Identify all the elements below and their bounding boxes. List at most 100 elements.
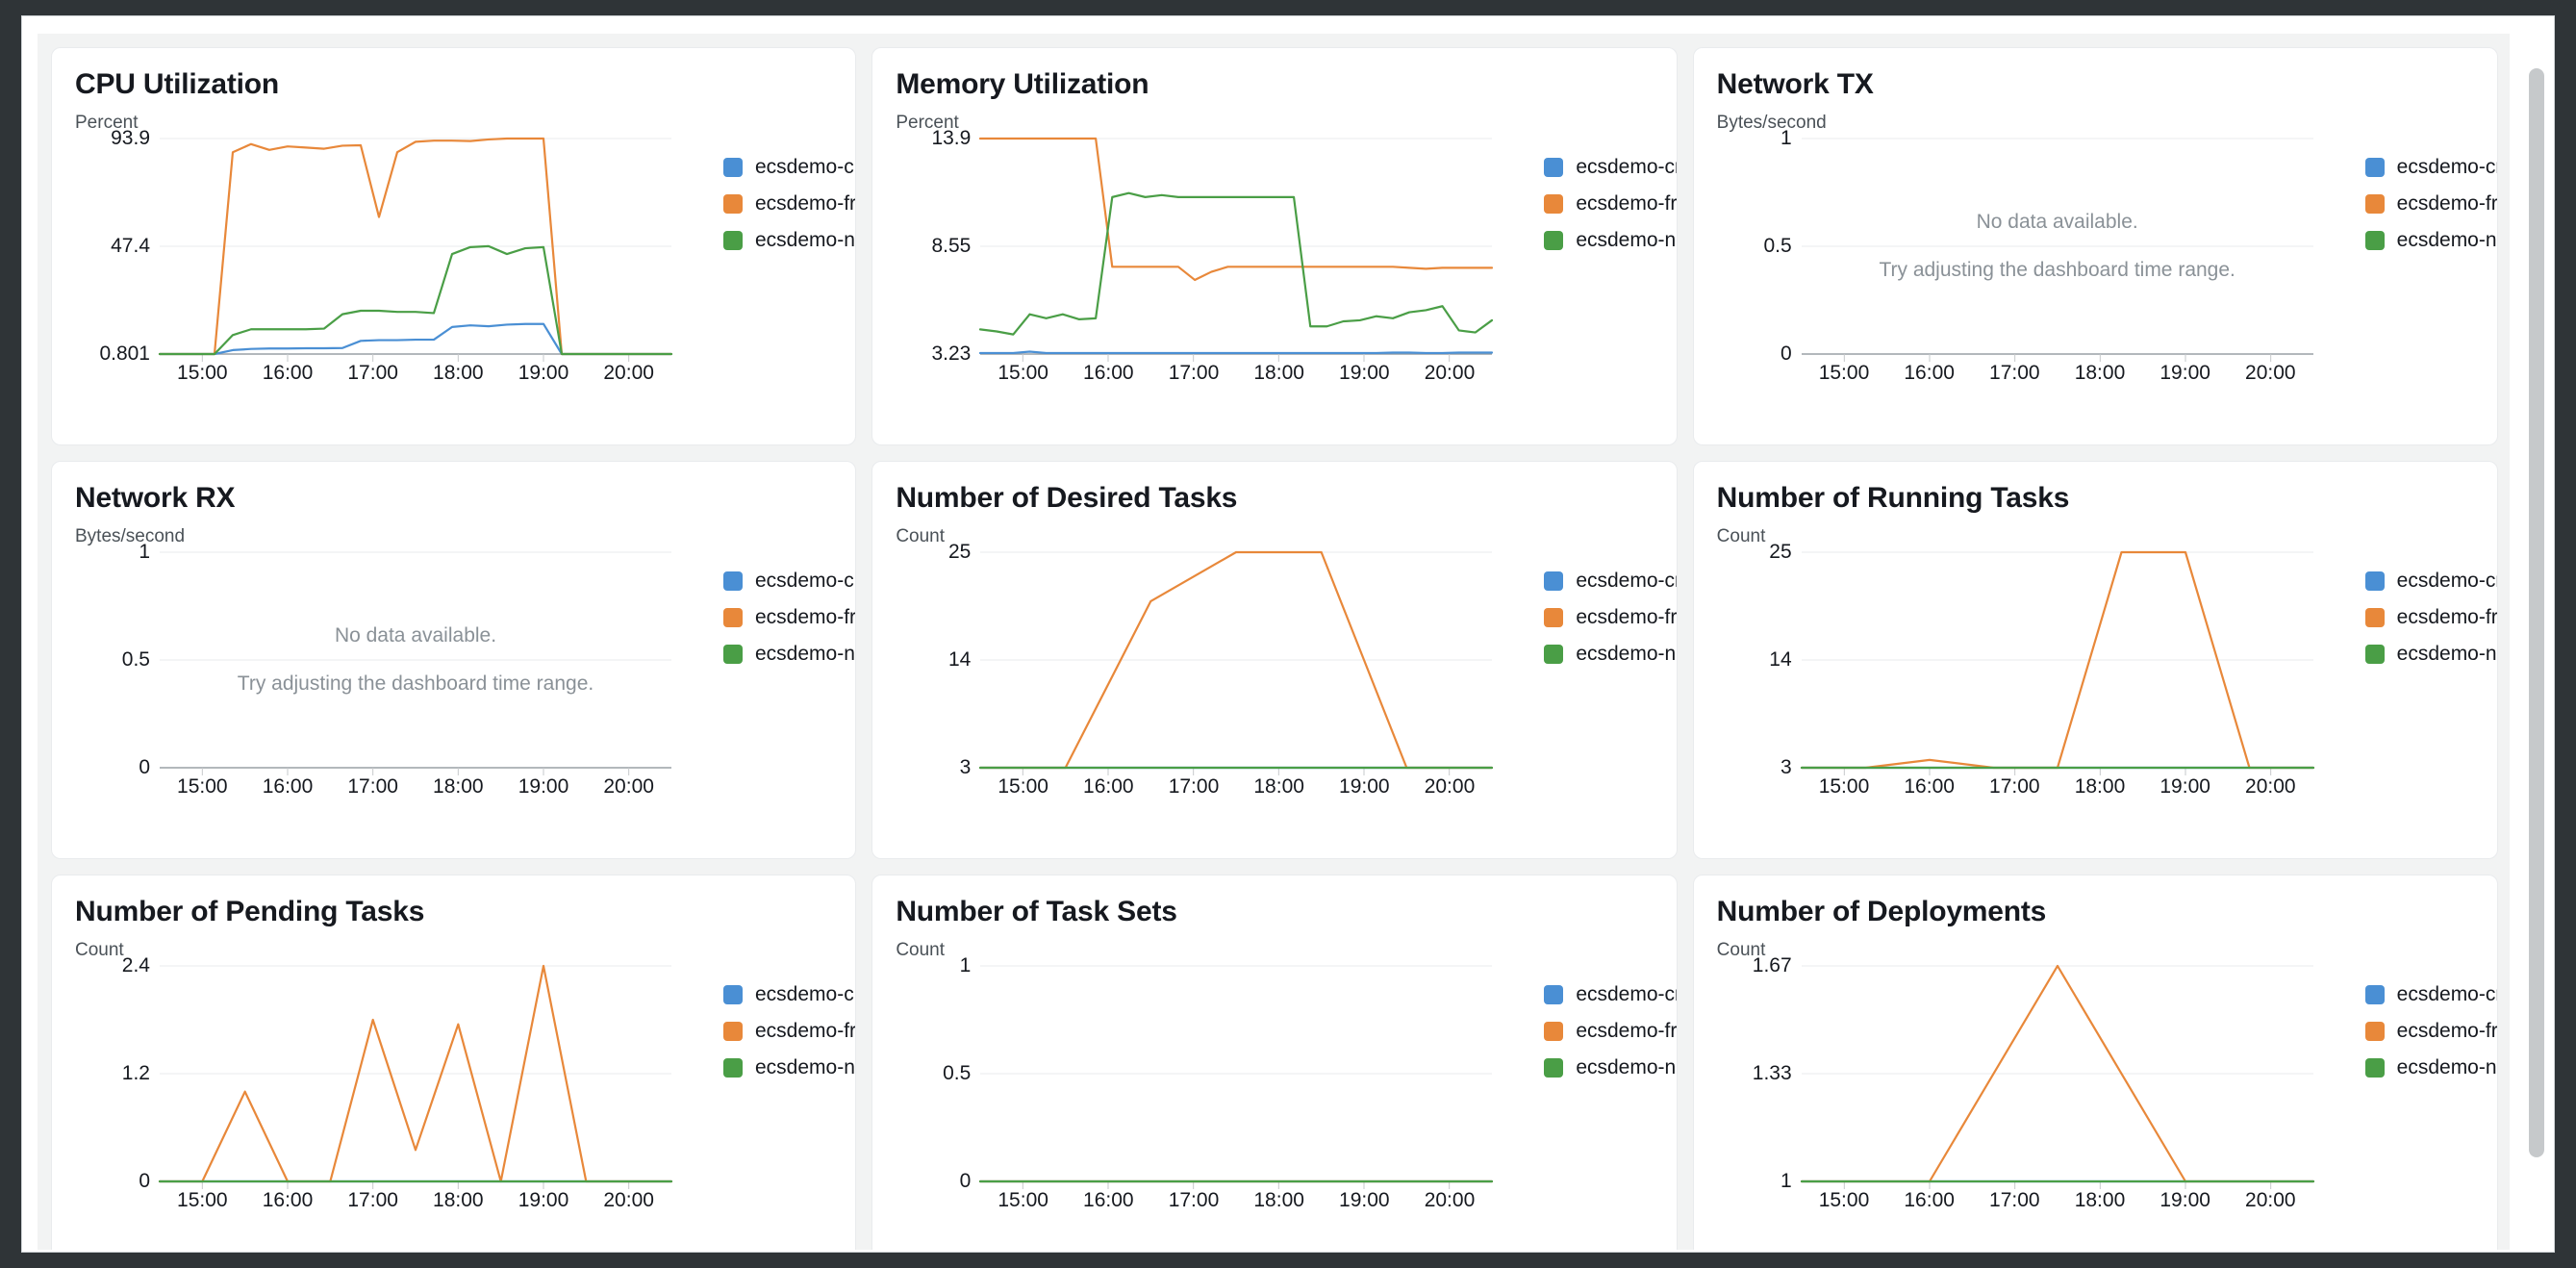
plot[interactable]: 10.5015:0016:0017:0018:0019:0020:00 — [896, 966, 1492, 1206]
card-title: Memory Utilization — [896, 67, 1653, 102]
legend-item[interactable]: ecsdemo-nodejs — [1544, 229, 1677, 252]
card-title: CPU Utilization — [75, 67, 832, 102]
card-title: Network TX — [1717, 67, 2474, 102]
legend-item[interactable]: ecsdemo-frontend — [2365, 606, 2498, 629]
x-axis-tick-label: 15:00 — [177, 362, 228, 385]
legend-item[interactable]: ecsdemo-crystal — [723, 156, 856, 179]
legend-item[interactable]: ecsdemo-frontend — [723, 606, 856, 629]
legend-item[interactable]: ecsdemo-crystal — [1544, 570, 1677, 593]
legend-item[interactable]: ecsdemo-crystal — [1544, 156, 1677, 179]
legend-color-swatch-icon — [1544, 645, 1563, 664]
plot[interactable]: 13.98.553.2315:0016:0017:0018:0019:0020:… — [896, 139, 1492, 379]
legend-color-swatch-icon — [1544, 231, 1563, 250]
x-axis-tick-label: 15:00 — [1819, 775, 1870, 799]
legend-item[interactable]: ecsdemo-frontend — [2365, 1020, 2498, 1043]
vertical-scrollbar-track[interactable] — [2529, 34, 2550, 1250]
plot[interactable]: 2.41.2015:0016:0017:0018:0019:0020:00 — [75, 966, 671, 1206]
x-axis-tick-label: 18:00 — [1253, 362, 1304, 385]
x-axis-tick-label: 17:00 — [1169, 362, 1220, 385]
x-axis-tick-label: 17:00 — [1169, 1189, 1220, 1212]
legend-item[interactable]: ecsdemo-crystal — [2365, 156, 2498, 179]
x-axis-tick-label: 20:00 — [603, 775, 654, 799]
legend-item[interactable]: ecsdemo-nodejs — [723, 643, 856, 666]
legend-item[interactable]: ecsdemo-nodejs — [2365, 229, 2498, 252]
y-axis-tick-label: 0.5 — [122, 648, 160, 672]
y-axis-tick-label: 14 — [948, 648, 980, 672]
plot[interactable]: 93.947.40.80115:0016:0017:0018:0019:0020… — [75, 139, 671, 379]
chart-card[interactable]: Memory UtilizationPercent13.98.553.2315:… — [871, 47, 1677, 445]
x-axis-tick-label: 15:00 — [998, 1189, 1048, 1212]
x-axis-tick-label: 16:00 — [263, 362, 314, 385]
legend-item[interactable]: ecsdemo-nodejs — [1544, 1056, 1677, 1079]
legend-item[interactable]: ecsdemo-crystal — [723, 983, 856, 1006]
x-axis-tick-label: 16:00 — [1904, 362, 1955, 385]
chart-card[interactable]: Number of Task SetsCount10.5015:0016:001… — [871, 875, 1677, 1250]
plot[interactable]: 10.50No data available.Try adjusting the… — [75, 552, 671, 793]
chart-area: Count10.5015:0016:0017:0018:0019:0020:00… — [896, 939, 1653, 1228]
legend-color-swatch-icon — [723, 1022, 743, 1041]
chart-card[interactable]: Number of Running TasksCount2514315:0016… — [1693, 461, 2498, 859]
series-lines — [980, 966, 1492, 1181]
y-axis-tick-label: 14 — [1769, 648, 1801, 672]
legend-label: ecsdemo-crystal — [1576, 983, 1677, 1006]
legend-item[interactable]: ecsdemo-nodejs — [2365, 1056, 2498, 1079]
x-axis-tick-label: 18:00 — [1253, 1189, 1304, 1212]
chart-card[interactable]: Number of Pending TasksCount2.41.2015:00… — [51, 875, 856, 1250]
y-axis-tick-label: 3 — [960, 756, 981, 779]
chart-card[interactable]: CPU UtilizationPercent93.947.40.80115:00… — [51, 47, 856, 445]
plot[interactable]: 2514315:0016:0017:0018:0019:0020:00 — [1717, 552, 2313, 793]
legend-item[interactable]: ecsdemo-nodejs — [2365, 643, 2498, 666]
y-axis-tick-label: 1.67 — [1753, 954, 1802, 977]
vertical-scrollbar-thumb[interactable] — [2529, 68, 2544, 1157]
legend-item[interactable]: ecsdemo-crystal — [723, 570, 856, 593]
legend-item[interactable]: ecsdemo-nodejs — [723, 229, 856, 252]
chart-area: Bytes/second10.50No data available.Try a… — [1717, 112, 2474, 400]
legend-color-swatch-icon — [2365, 645, 2385, 664]
legend-color-swatch-icon — [1544, 571, 1563, 591]
legend-color-swatch-icon — [2365, 608, 2385, 627]
legend-item[interactable]: ecsdemo-frontend — [1544, 1020, 1677, 1043]
x-axis-labels: 15:0016:0017:0018:0019:0020:00 — [1802, 1189, 2313, 1218]
legend-item[interactable]: ecsdemo-frontend — [723, 1020, 856, 1043]
y-axis-tick-label: 0 — [139, 756, 160, 779]
plot-canvas: 93.947.40.801 — [160, 139, 671, 354]
gridlines — [160, 552, 671, 777]
series-lines — [1802, 966, 2313, 1181]
legend-item[interactable]: ecsdemo-nodejs — [723, 1056, 856, 1079]
legend-item[interactable]: ecsdemo-crystal — [1544, 983, 1677, 1006]
legend-item[interactable]: ecsdemo-frontend — [2365, 192, 2498, 216]
x-axis-tick-label: 16:00 — [263, 1189, 314, 1212]
legend-color-swatch-icon — [1544, 194, 1563, 214]
x-axis-tick-label: 18:00 — [433, 1189, 484, 1212]
legend-item[interactable]: ecsdemo-nodejs — [1544, 643, 1677, 666]
legend-item[interactable]: ecsdemo-crystal — [2365, 983, 2498, 1006]
plot[interactable]: 1.671.33115:0016:0017:0018:0019:0020:00 — [1717, 966, 2313, 1206]
plot-wrapper: Count2514315:0016:0017:0018:0019:0020:00 — [1717, 525, 2313, 814]
chart-card[interactable]: Network RXBytes/second10.50No data avail… — [51, 461, 856, 859]
x-axis-labels: 15:0016:0017:0018:0019:0020:00 — [980, 1189, 1492, 1218]
x-axis-labels: 15:0016:0017:0018:0019:0020:00 — [160, 1189, 671, 1218]
legend-label: ecsdemo-frontend — [2397, 1020, 2498, 1043]
chart-card[interactable]: Network TX Bytes/second10.50No data avail… — [1693, 47, 2498, 445]
legend-item[interactable]: ecsdemo-crystal — [2365, 570, 2498, 593]
legend-label: ecsdemo-frontend — [1576, 192, 1677, 216]
legend-item[interactable]: ecsdemo-frontend — [1544, 606, 1677, 629]
x-axis-tick-label: 16:00 — [1904, 775, 1955, 799]
legend-item[interactable]: ecsdemo-frontend — [723, 192, 856, 216]
plot-canvas: 25143 — [1802, 552, 2313, 768]
x-axis-labels: 15:0016:0017:0018:0019:0020:00 — [980, 775, 1492, 804]
plot[interactable]: 2514315:0016:0017:0018:0019:0020:00 — [896, 552, 1492, 793]
plot[interactable]: 10.50No data available.Try adjusting the… — [1717, 139, 2313, 379]
x-axis-tick-label: 15:00 — [1819, 362, 1870, 385]
legend-color-swatch-icon — [723, 1058, 743, 1078]
legend-label: ecsdemo-nodejs — [1576, 643, 1677, 666]
chart-card[interactable]: Number of DeploymentsCount1.671.33115:00… — [1693, 875, 2498, 1250]
legend-label: ecsdemo-nodejs — [755, 643, 856, 666]
x-axis-tick-label: 20:00 — [2245, 775, 2296, 799]
legend-color-swatch-icon — [2365, 985, 2385, 1004]
y-axis-unit-label: Count — [896, 525, 1492, 548]
y-axis-tick-label: 1 — [1780, 1170, 1802, 1193]
chart-card[interactable]: Number of Desired TasksCount2514315:0016… — [871, 461, 1677, 859]
x-axis-tick-label: 18:00 — [2075, 775, 2126, 799]
legend-item[interactable]: ecsdemo-frontend — [1544, 192, 1677, 216]
